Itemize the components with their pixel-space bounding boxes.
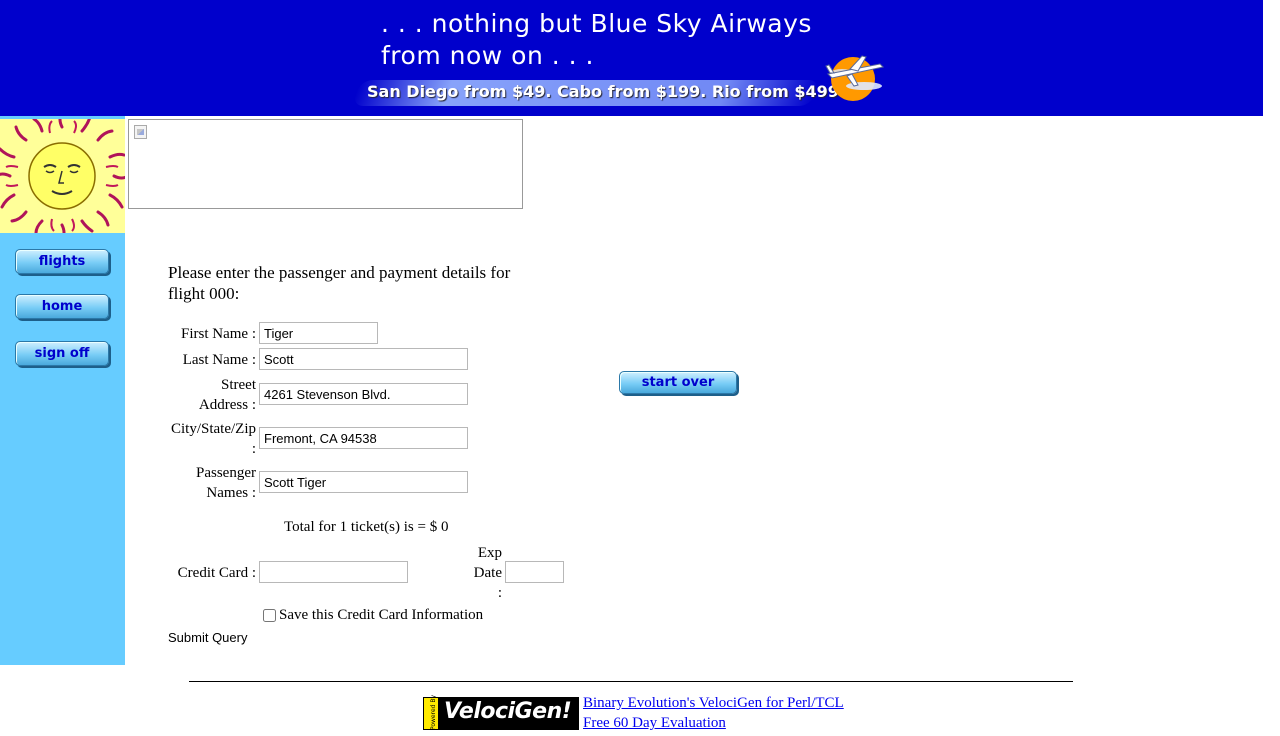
exp-date-label-line1: Exp [477,545,502,561]
passenger-names-field[interactable] [259,471,468,493]
first-name-field[interactable] [259,322,378,344]
form-intro: Please enter the passenger and payment d… [168,263,511,303]
free-evaluation-link[interactable]: Free 60 Day Evaluation [583,715,726,732]
last-name-label: Last Name : [182,352,256,368]
save-card-checkbox[interactable] [263,609,276,622]
last-name-field[interactable] [259,348,468,370]
plane-sun-icon [825,55,885,101]
footer-divider [189,681,1073,682]
exp-date-label: Exp Date : [460,543,502,603]
credit-card-label: Credit Card : [177,565,256,581]
site-banner: . . . nothing but Blue Sky Airways from … [0,0,1263,116]
street-address-label-line1: Street [221,377,256,393]
velocigen-link[interactable]: Binary Evolution's VelociGen for Perl/TC… [583,695,844,712]
flights-button[interactable]: flights [15,249,109,274]
powered-by-text: Powered By [430,694,438,731]
credit-card-field[interactable] [259,561,408,583]
street-address-field[interactable] [259,383,468,405]
banner-tagline-line1: . . . nothing but Blue Sky Airways [381,9,812,38]
passenger-names-label-line2: Names : [206,485,256,501]
banner-promo: San Diego from $49. Cabo from $199. Rio … [367,82,845,101]
city-state-zip-field[interactable] [259,427,468,449]
sign-off-button[interactable]: sign off [15,341,109,366]
exp-date-field[interactable] [505,561,564,583]
sun-logo [0,111,130,241]
start-over-button[interactable]: start over [619,371,737,394]
city-state-zip-label-line1: City/State/Zip [171,421,256,437]
velocigen-logo[interactable]: Powered By VelociGen! [423,694,579,731]
broken-image-frame [128,119,523,209]
city-state-zip-label: City/State/Zip : [160,419,256,459]
sun-face-icon [0,111,130,241]
powered-by-badge: Powered By [424,694,438,731]
submit-query-button[interactable]: Submit Query [168,630,247,645]
passenger-names-label: Passenger Names : [168,463,256,503]
broken-image-icon [134,125,147,139]
exp-date-label-line2: Date [473,565,502,581]
first-name-label: First Name : [181,326,256,342]
passenger-names-label-line1: Passenger [196,465,256,481]
home-button[interactable]: home [15,294,109,319]
banner-tagline-line2: from now on . . . [381,41,594,70]
sidebar: flights home sign off [0,111,130,665]
street-address-label-line2: Address : [198,397,256,413]
street-address-label: Street Address : [168,375,256,415]
exp-date-label-line3: : [497,585,502,601]
velocigen-logo-text: VelociGen! [444,699,572,724]
ticket-total: Total for 1 ticket(s) is = $ 0 [284,519,449,535]
save-card-label: Save this Credit Card Information [279,607,484,623]
city-state-zip-label-line2: : [251,441,256,457]
